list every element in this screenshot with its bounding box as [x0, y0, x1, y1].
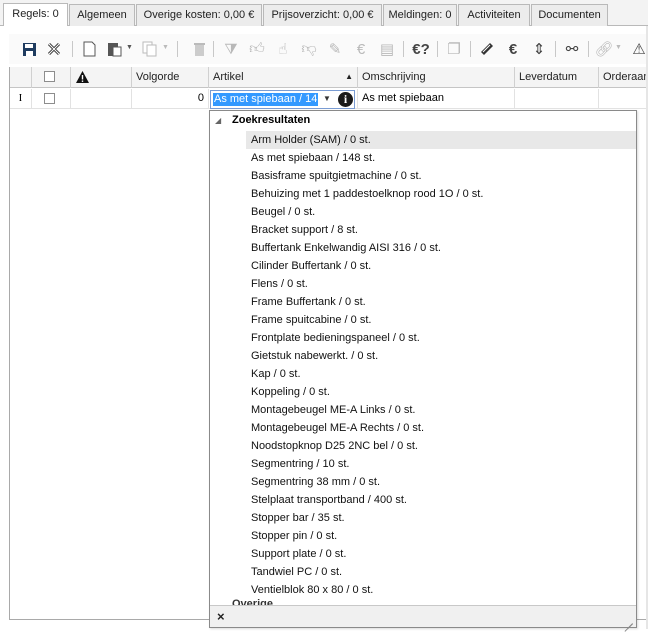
list-item[interactable]: Frame Buffertank / 0 st.	[246, 293, 636, 311]
list-item[interactable]: Behuizing met 1 paddestoelknop rood 1O /…	[246, 185, 636, 203]
link-icon[interactable]: 🔗︎	[594, 39, 614, 59]
tab-regels[interactable]: Regels: 0	[3, 3, 68, 26]
new-document-icon[interactable]	[79, 39, 99, 59]
link-dropdown-caret[interactable]: ▼	[615, 44, 623, 52]
row-checkbox[interactable]	[44, 93, 55, 104]
toolbar-separator	[555, 41, 556, 57]
header-orderaantal[interactable]: Orderaan	[599, 67, 648, 88]
resize-grip-icon[interactable]	[624, 615, 633, 632]
warning-icon	[76, 71, 89, 83]
artikel-dropdown: ◢ Zoekresultaten Arm Holder (SAM) / 0 st…	[209, 110, 637, 632]
toolbar-separator	[470, 41, 471, 57]
row-edit-cursor: I	[10, 89, 32, 109]
thumbs-up-check-icon[interactable]: ☝	[273, 39, 293, 59]
list-item[interactable]: Cilinder Buffertank / 0 st.	[246, 257, 636, 275]
group-label: Zoekresultaten	[232, 114, 311, 126]
list-item[interactable]: Segmentring 38 mm / 0 st.	[246, 473, 636, 491]
toolbar-separator	[437, 41, 438, 57]
tab-strip: Regels: 0 Algemeen Overige kosten: 0,00 …	[0, 0, 648, 26]
toolbar-separator	[213, 41, 214, 57]
group-header-zoekresultaten[interactable]: ◢ Zoekresultaten	[210, 111, 636, 131]
list-item[interactable]: Support plate / 0 st.	[246, 545, 636, 563]
tab-meldingen[interactable]: Meldingen: 0	[383, 4, 457, 26]
list-item[interactable]: Tandwiel PC / 0 st.	[246, 563, 636, 581]
paste-dropdown-caret[interactable]: ▼	[126, 44, 134, 52]
list-item[interactable]: Bracket support / 8 st.	[246, 221, 636, 239]
thumbs-up-icon[interactable]: 👍︎	[247, 39, 267, 59]
artikel-input[interactable]: As met spiebaan / 14	[213, 93, 319, 106]
tab-prijsoverzicht[interactable]: Prijsoverzicht: 0,00 €	[263, 4, 382, 26]
list-item[interactable]: Beugel / 0 st.	[246, 203, 636, 221]
header-artikel[interactable]: Artikel ▲	[209, 67, 358, 88]
row-omschrijving[interactable]: As met spiebaan	[358, 89, 515, 109]
select-all-checkbox[interactable]	[44, 71, 55, 82]
close-icon[interactable]: ×	[217, 609, 225, 624]
copy-icon[interactable]	[139, 39, 159, 59]
dropdown-footer: ×	[210, 605, 636, 632]
link-tools-icon[interactable]: ⚯	[562, 39, 582, 59]
toolbar: ▼ ▼ ⧩ 👍︎ ☝ 👎︎ ✎ € ▤ €? ❐ € ⇕ ⚯ 🔗︎ ▼ ⚠	[9, 34, 648, 64]
sort-ascending-icon: ▲	[345, 72, 353, 81]
collapse-caret-icon[interactable]: ◢	[215, 111, 221, 130]
info-icon[interactable]: i	[338, 92, 353, 107]
header-leverdatum[interactable]: Leverdatum	[515, 67, 599, 88]
tape-icon[interactable]	[477, 39, 497, 59]
list-item[interactable]: Segmentring / 10 st.	[246, 455, 636, 473]
tab-activiteiten[interactable]: Activiteiten	[458, 4, 530, 26]
euro-wrench-icon[interactable]: €	[503, 39, 523, 59]
document-money-icon[interactable]: €	[351, 39, 371, 59]
save-icon[interactable]	[19, 39, 39, 59]
header-artikel-label: Artikel	[213, 71, 244, 83]
header-volgorde[interactable]: Volgorde	[132, 67, 209, 88]
delete-icon[interactable]	[189, 39, 209, 59]
list-item[interactable]: Stopper pin / 0 st.	[246, 527, 636, 545]
chevron-down-icon[interactable]: ▼	[323, 94, 331, 103]
grid-header: Volgorde Artikel ▲ Omschrijving Leverdat…	[10, 67, 648, 88]
toolbar-separator	[72, 41, 73, 57]
list-item[interactable]: Montagebeugel ME-A Links / 0 st.	[246, 401, 636, 419]
list-item[interactable]: Basisframe spuitgietmachine / 0 st.	[246, 167, 636, 185]
list-item[interactable]: Ventielblok 80 x 80 / 0 st.	[246, 581, 636, 599]
list-item[interactable]: Frame spuitcabine / 0 st.	[246, 311, 636, 329]
resize-arrows-icon[interactable]: ⇕	[529, 39, 549, 59]
list-item[interactable]: Kap / 0 st.	[246, 365, 636, 383]
header-row-indicator	[10, 67, 32, 88]
paste-icon[interactable]	[104, 39, 124, 59]
list-item[interactable]: Frontplate bedieningspaneel / 0 st.	[246, 329, 636, 347]
header-warning[interactable]	[71, 67, 132, 88]
list-item[interactable]: Gietstuk nabewerkt. / 0 st.	[246, 347, 636, 365]
list-item[interactable]: Koppeling / 0 st.	[246, 383, 636, 401]
list-item[interactable]: Noodstopknop D25 2NC bel / 0 st.	[246, 437, 636, 455]
thumbs-down-icon[interactable]: 👎︎	[299, 39, 319, 59]
toolbar-separator	[588, 41, 589, 57]
tab-algemeen[interactable]: Algemeen	[69, 4, 135, 26]
row-warning-cell	[71, 89, 132, 109]
row-orderaantal[interactable]	[599, 89, 648, 109]
filter-icon[interactable]: ⧩	[221, 39, 241, 59]
copy-dropdown-caret[interactable]: ▼	[162, 44, 170, 52]
document-table-icon[interactable]: ▤	[377, 39, 397, 59]
document-edit-icon[interactable]: ✎	[325, 39, 345, 59]
help-euro-icon[interactable]: €?	[411, 39, 431, 59]
row-volgorde[interactable]: 0	[132, 89, 209, 109]
document-copy-icon[interactable]: ❐	[444, 39, 464, 59]
list-item[interactable]: Montagebeugel ME-A Rechts / 0 st.	[246, 419, 636, 437]
tab-overige-kosten[interactable]: Overige kosten: 0,00 €	[136, 4, 262, 26]
row-leverdatum[interactable]	[515, 89, 599, 109]
list-item[interactable]: Arm Holder (SAM) / 0 st.	[246, 131, 636, 149]
toolbar-separator	[403, 41, 404, 57]
tab-documenten[interactable]: Documenten	[531, 4, 608, 26]
list-item[interactable]: Stopper bar / 35 st.	[246, 509, 636, 527]
list-item[interactable]: Stelplaat transportband / 400 st.	[246, 491, 636, 509]
cancel-icon[interactable]	[44, 39, 64, 59]
artikel-combobox[interactable]: As met spiebaan / 14 ▼ i	[210, 90, 355, 109]
header-select-all	[32, 67, 71, 88]
list-item[interactable]: As met spiebaan / 148 st.	[246, 149, 636, 167]
list-item[interactable]: Buffertank Enkelwandig AISI 316 / 0 st.	[246, 239, 636, 257]
row-select-cell	[32, 89, 71, 109]
toolbar-separator	[177, 41, 178, 57]
header-omschrijving[interactable]: Omschrijving	[358, 67, 515, 88]
list-item[interactable]: Flens / 0 st.	[246, 275, 636, 293]
